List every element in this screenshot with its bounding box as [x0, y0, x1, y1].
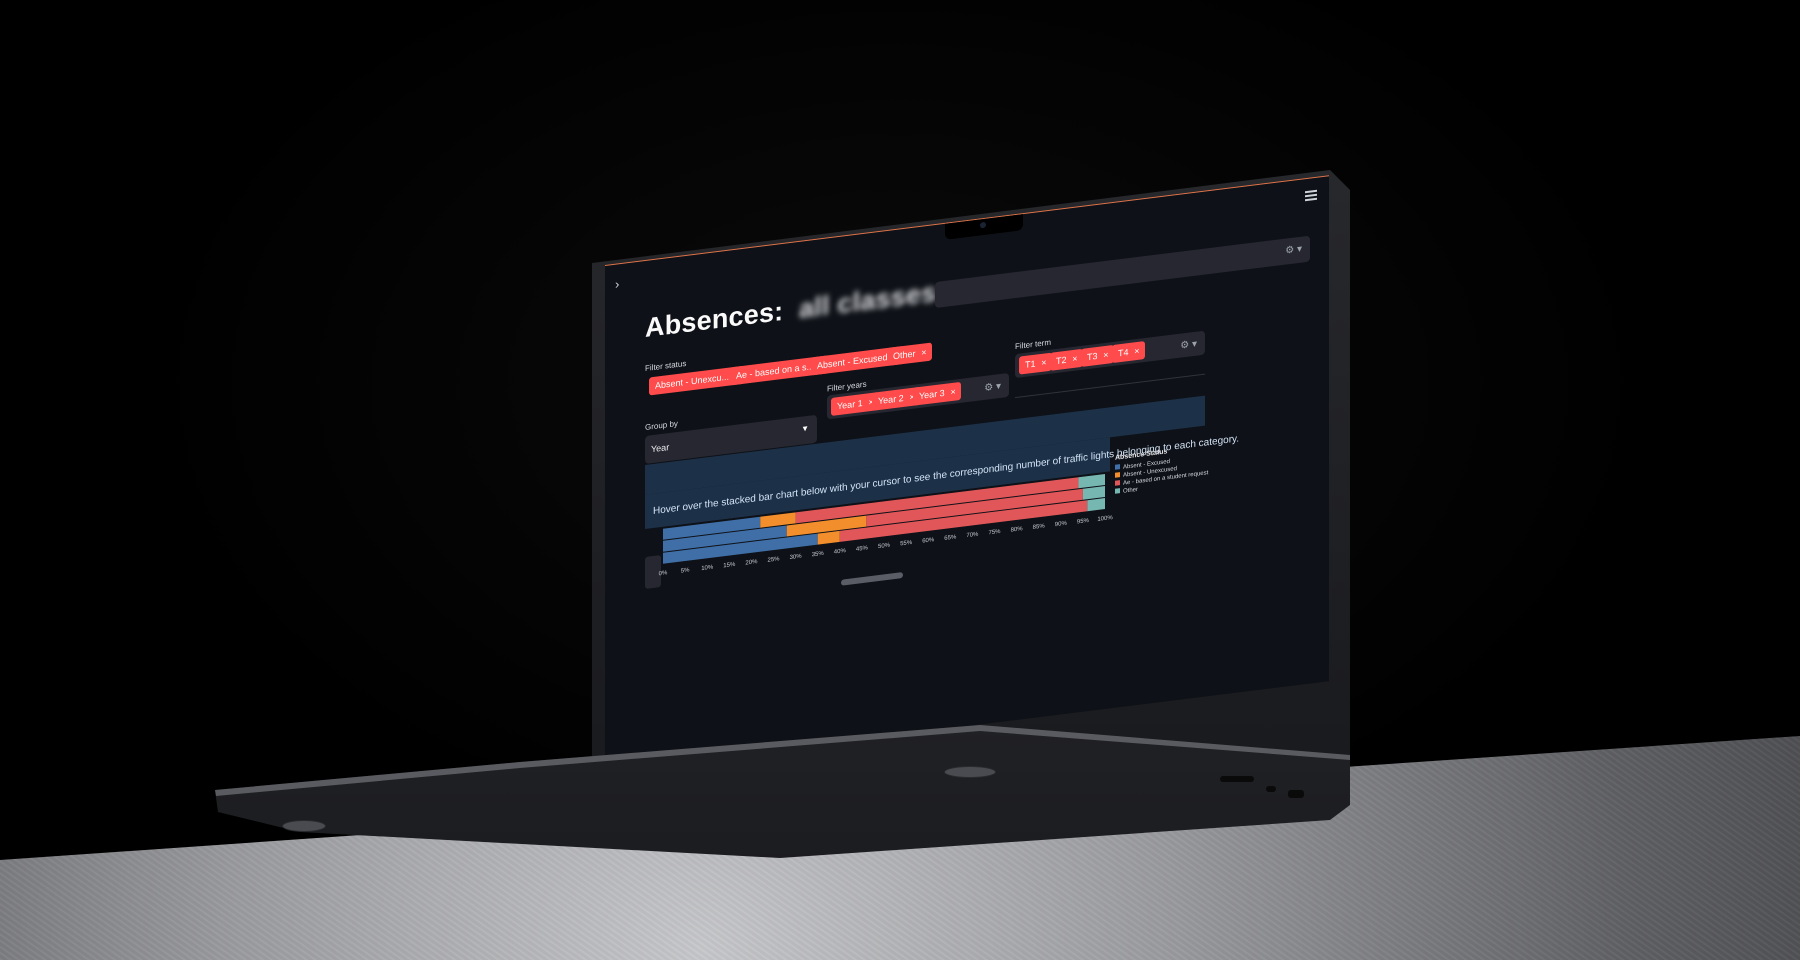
x-tick-label: 30%: [790, 554, 803, 562]
app-screen: › Absences: all classes ⚙ ▾ Filter statu…: [605, 175, 1329, 771]
x-tick-label: 45%: [856, 545, 869, 553]
bar-segment-year-1-4[interactable]: [1078, 473, 1106, 489]
x-tick-label: 35%: [812, 551, 825, 559]
x-tick-label: 55%: [900, 540, 913, 548]
x-tick-label: 40%: [834, 548, 847, 556]
x-tick-label: 70%: [966, 532, 979, 540]
bar-segment-year-2-4[interactable]: [1082, 486, 1105, 500]
x-tick-label: 65%: [944, 534, 957, 542]
legend-swatch: [1115, 480, 1120, 486]
x-tick-label: 90%: [1055, 521, 1068, 529]
legend-label: Other: [1123, 487, 1138, 495]
x-tick-label: 25%: [767, 556, 780, 564]
legend-swatch: [1115, 488, 1120, 494]
laptop-foot: [944, 766, 996, 778]
x-tick-label: 100%: [1097, 515, 1113, 523]
legend-swatch: [1115, 472, 1120, 478]
laptop-foot: [282, 820, 326, 832]
x-tick-label: 75%: [988, 529, 1001, 537]
stacked-bar-chart[interactable]: 0% 5% 10% 15% 20% 25% 30% 35% 40% 45% 50% 55% 60% 65%…: [605, 176, 1329, 771]
bar-segment-year-3-4[interactable]: [1087, 497, 1106, 512]
x-tick-label: 95%: [1077, 518, 1090, 526]
x-tick-label: 5%: [681, 567, 690, 574]
chart-legend: Absence Status Absent - ExcusedAbsent - …: [1115, 448, 1209, 495]
usb-c-port: [1266, 786, 1276, 792]
legend-swatch: [1115, 464, 1120, 470]
chart-bars: [663, 473, 1106, 564]
bar-segment-year-3-2[interactable]: [817, 530, 840, 545]
x-tick-label: 50%: [878, 543, 891, 551]
x-tick-label: 0%: [659, 570, 668, 577]
sd-card-slot: [1220, 776, 1254, 782]
x-tick-label: 85%: [1033, 523, 1046, 531]
x-tick-label: 15%: [723, 562, 736, 570]
chart-scrollbar[interactable]: [841, 572, 903, 586]
x-tick-label: 60%: [922, 537, 935, 545]
product-scene: › Absences: all classes ⚙ ▾ Filter statu…: [0, 0, 1800, 960]
x-tick-label: 10%: [701, 565, 714, 573]
x-tick-label: 80%: [1011, 526, 1024, 534]
x-tick-label: 20%: [745, 559, 758, 567]
hdmi-port: [1288, 790, 1304, 798]
